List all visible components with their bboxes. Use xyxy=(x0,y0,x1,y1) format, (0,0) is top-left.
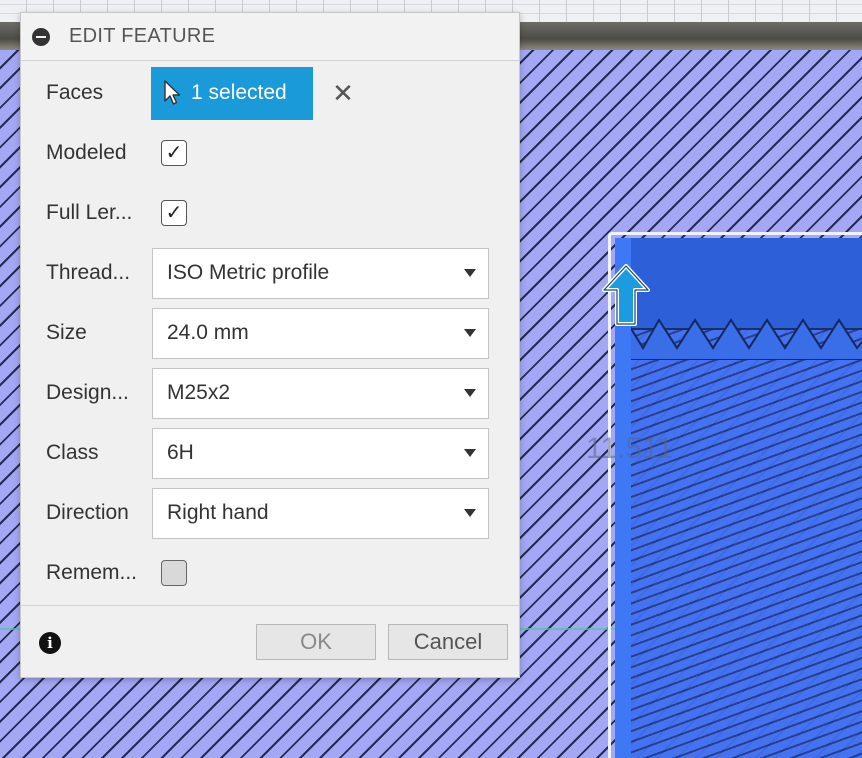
remember-row: Remem... xyxy=(21,546,519,600)
dropdown-arrow-icon xyxy=(464,449,476,457)
up-arrow-icon[interactable] xyxy=(600,262,652,328)
full-length-row: Full Ler... ✓ xyxy=(21,186,519,240)
thread-type-row: Thread... ISO Metric profile xyxy=(21,246,519,300)
dialog-title: EDIT FEATURE xyxy=(69,25,216,47)
direction-row: Direction Right hand xyxy=(21,486,519,540)
full-length-label: Full Ler... xyxy=(46,201,133,224)
faces-label: Faces xyxy=(46,81,104,104)
size-label: Size xyxy=(46,321,87,344)
cancel-button[interactable]: Cancel xyxy=(388,624,508,660)
collapse-icon[interactable] xyxy=(32,27,50,46)
close-icon[interactable]: ✕ xyxy=(331,78,355,108)
faces-selection-button[interactable]: 1 selected xyxy=(151,66,313,120)
edit-feature-dialog: EDIT FEATURE Faces 1 selected ✕ Modeled … xyxy=(20,12,520,678)
designation-row: Design... M25x2 xyxy=(21,366,519,420)
designation-label: Design... xyxy=(46,381,129,404)
modeled-checkbox[interactable]: ✓ xyxy=(161,140,187,166)
faces-selection-value: 1 selected xyxy=(191,81,287,104)
class-row: Class 6H xyxy=(21,426,519,480)
remember-checkbox[interactable] xyxy=(161,560,187,586)
class-label: Class xyxy=(46,441,99,464)
direction-value: Right hand xyxy=(167,501,269,524)
full-length-checkbox[interactable]: ✓ xyxy=(161,200,187,226)
class-dropdown[interactable]: 6H xyxy=(152,427,489,479)
dimension-label: 11.511 xyxy=(586,432,674,465)
dropdown-arrow-icon xyxy=(464,509,476,517)
size-row: Size 24.0 mm xyxy=(21,306,519,360)
direction-dropdown[interactable]: Right hand xyxy=(152,487,489,539)
dropdown-arrow-icon xyxy=(464,269,476,277)
dropdown-arrow-icon xyxy=(464,389,476,397)
thread-type-value: ISO Metric profile xyxy=(167,261,330,284)
thread-type-label: Thread... xyxy=(46,261,131,284)
dialog-footer: i OK Cancel xyxy=(21,605,519,678)
cursor-arrow-icon xyxy=(164,80,181,105)
checkmark-icon: ✓ xyxy=(165,202,183,224)
size-dropdown[interactable]: 24.0 mm xyxy=(152,307,489,359)
checkmark-icon: ✓ xyxy=(165,142,183,164)
designation-dropdown[interactable]: M25x2 xyxy=(152,367,489,419)
designation-value: M25x2 xyxy=(167,381,231,404)
modeled-row: Modeled ✓ xyxy=(21,126,519,180)
direction-label: Direction xyxy=(46,501,129,524)
info-icon[interactable]: i xyxy=(39,632,61,654)
dialog-header: EDIT FEATURE xyxy=(21,13,519,61)
class-value: 6H xyxy=(167,441,194,464)
ok-button[interactable]: OK xyxy=(256,624,376,660)
remember-label: Remem... xyxy=(46,561,138,584)
thread-type-dropdown[interactable]: ISO Metric profile xyxy=(152,247,489,299)
size-value: 24.0 mm xyxy=(167,321,249,344)
modeled-label: Modeled xyxy=(46,141,127,164)
dropdown-arrow-icon xyxy=(464,329,476,337)
faces-row: Faces 1 selected ✕ xyxy=(21,66,519,120)
